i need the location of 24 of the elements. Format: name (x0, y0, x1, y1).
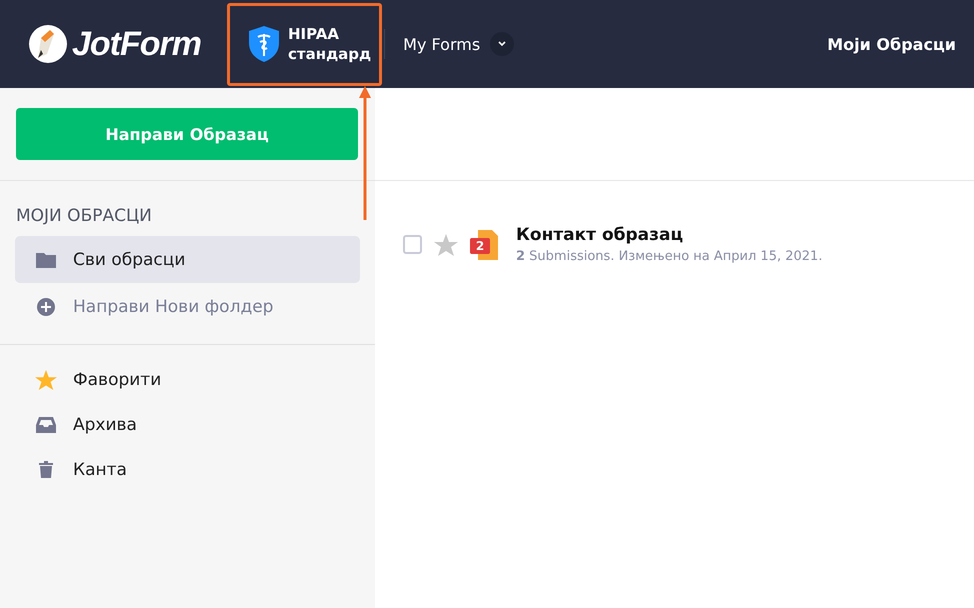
star-icon[interactable] (434, 234, 458, 256)
section-title: МОЈИ ОБРАСЦИ (15, 205, 153, 228)
form-title[interactable]: Контакт образац (516, 225, 822, 245)
badge-text: HIPAA (288, 24, 340, 44)
checkbox[interactable] (403, 235, 422, 254)
sidebar-item[interactable]: Фаворити (15, 357, 360, 402)
inbox-icon (35, 416, 57, 432)
hipaa-badge[interactable]: HIPAA стандард (227, 2, 382, 86)
folder-icon (35, 252, 57, 268)
sidebar-item[interactable]: Сви обрасци (15, 236, 360, 283)
count-badge: 2 (470, 238, 490, 254)
pencil-logo-icon (28, 24, 68, 64)
form-meta: 2 Submissions. Измењено на Април 15, 2021. (516, 249, 822, 264)
sidebar-item[interactable]: Канта (15, 447, 360, 492)
shield-icon (248, 25, 280, 63)
logo-text[interactable]: JotForm (72, 24, 201, 64)
sidebar-item[interactable]: Направи Нови фолдер (15, 283, 360, 330)
my-forms-link[interactable]: Моји Обрасци (827, 34, 956, 54)
star-icon (35, 370, 57, 390)
badge-text: стандард (288, 44, 372, 64)
plus-icon (35, 298, 57, 316)
caret-icon (490, 32, 514, 56)
sidebar-item[interactable]: Архива (15, 402, 360, 447)
my-forms-menu[interactable]: My Forms (403, 32, 514, 56)
